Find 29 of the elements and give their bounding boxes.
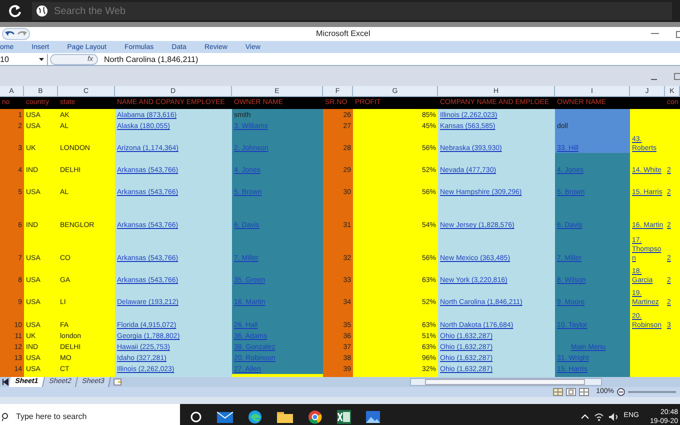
restore-button[interactable] <box>674 73 680 80</box>
browser-icon[interactable] <box>248 410 262 424</box>
caret-icon <box>39 58 44 61</box>
horizontal-scrollbar[interactable] <box>410 378 602 386</box>
taskbar-search-field[interactable]: Type here to search <box>0 404 180 425</box>
new-sheet-icon[interactable] <box>113 378 124 386</box>
page-break-icon[interactable] <box>579 388 590 396</box>
search-placeholder: Search the Web <box>54 4 126 18</box>
search-icon <box>2 412 10 422</box>
circle-icon[interactable] <box>190 410 202 422</box>
globe-icon <box>36 5 48 17</box>
reload-icon[interactable] <box>8 4 22 18</box>
zoom-out-icon[interactable] <box>617 388 625 396</box>
chevron-up-icon[interactable] <box>580 414 589 419</box>
photos-icon[interactable] <box>366 410 380 422</box>
mail-icon[interactable] <box>217 410 233 422</box>
normal-view-icon[interactable] <box>553 388 564 396</box>
page-layout-icon[interactable] <box>566 388 576 396</box>
window-title: Microsoft Excel <box>316 28 370 40</box>
search-field[interactable]: Search the Web <box>32 2 672 20</box>
chrome-icon[interactable] <box>308 410 322 424</box>
formula-field[interactable]: North Carolina (1,846,211) <box>104 54 198 66</box>
folder-icon[interactable] <box>277 410 293 422</box>
first-sheet-icon[interactable] <box>2 378 10 386</box>
spreadsheet-icon[interactable] <box>337 410 351 424</box>
speaker-icon[interactable] <box>608 412 619 420</box>
wifi-icon[interactable] <box>594 412 604 420</box>
undo-icon[interactable] <box>5 30 15 38</box>
search-placeholder: Type here to search <box>16 410 87 422</box>
